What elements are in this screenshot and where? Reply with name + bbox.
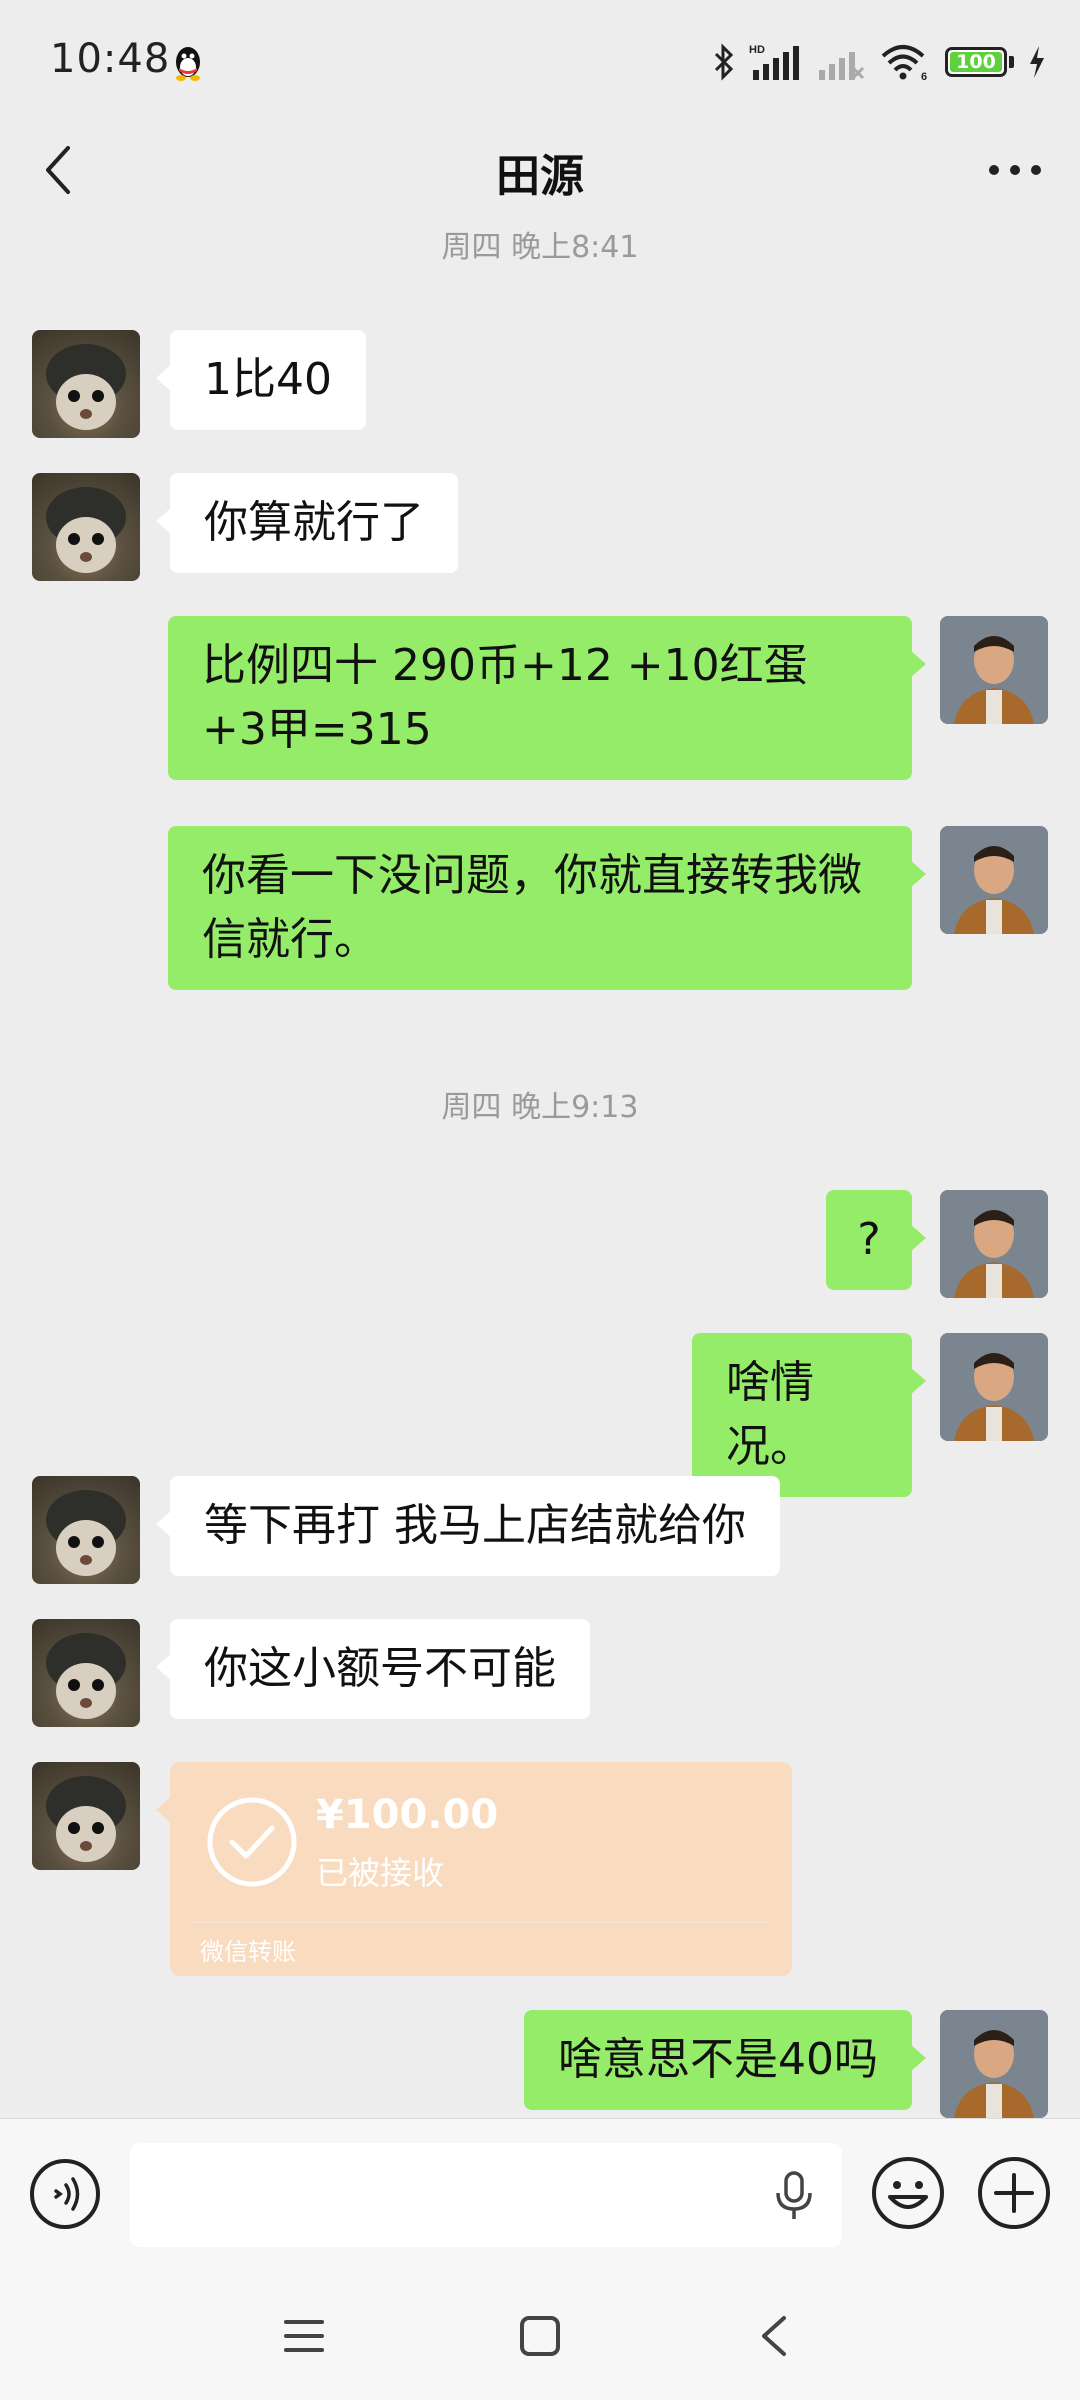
timestamp: 周四 晚上9:13 (441, 1090, 639, 1125)
qq-notification-icon (176, 47, 200, 81)
battery-percent: 100 (956, 51, 996, 73)
message-bubble-me[interactable]: 啥情况。 (692, 1333, 926, 1497)
emoji-icon[interactable] (870, 2155, 946, 2231)
cat-helmet-avatar-image (46, 487, 126, 573)
battery-cap (1009, 56, 1014, 68)
voice-toggle-icon[interactable] (28, 2157, 102, 2231)
message-bubble-friend[interactable]: 你算就行了 (156, 473, 458, 573)
cat-helmet-avatar-image (46, 1633, 126, 1719)
charging-icon (1030, 46, 1044, 78)
my-avatar[interactable] (940, 616, 1048, 724)
status-time: 10:48 (50, 36, 171, 82)
friend-avatar[interactable] (32, 1476, 140, 1584)
wifi-icon: 6 (881, 45, 927, 82)
transfer-divider (194, 1922, 768, 1923)
message-bubble-friend[interactable]: 你这小额号不可能 (156, 1619, 590, 1719)
person-avatar-image (940, 1190, 1048, 1298)
cat-helmet-avatar-image (46, 1776, 126, 1862)
status-icons: HD 6 100 (713, 40, 1046, 84)
transfer-amount: ¥100.00 (316, 1792, 499, 1838)
transfer-status: 已被接收 (316, 1854, 445, 1892)
cat-helmet-avatar-image (46, 344, 126, 430)
message-bubble-me[interactable]: ? (826, 1190, 926, 1290)
message-bubble-friend[interactable]: 1比40 (156, 330, 366, 430)
title-bar: 田源 (0, 120, 1080, 220)
battery-indicator: 100 (945, 47, 1007, 77)
friend-avatar[interactable] (32, 1762, 140, 1870)
timestamp: 周四 晚上8:41 (441, 230, 639, 265)
microphone-icon[interactable] (772, 2169, 816, 2223)
friend-avatar[interactable] (32, 1619, 140, 1727)
home-square-icon[interactable] (516, 2312, 564, 2360)
bluetooth-icon (714, 43, 734, 81)
transfer-card[interactable]: ¥100.00 已被接收 微信转账 (156, 1762, 792, 1976)
message-bubble-me[interactable]: 啥意思不是40吗 (524, 2010, 926, 2110)
person-avatar-image (940, 826, 1048, 934)
my-avatar[interactable] (940, 826, 1048, 934)
message-bubble-me[interactable]: 你看一下没问题，你就直接转我微信就行。 (168, 826, 926, 990)
signal-secondary-icon (819, 52, 865, 80)
my-avatar[interactable] (940, 1333, 1048, 1441)
person-avatar-image (940, 616, 1048, 724)
friend-avatar[interactable] (32, 330, 140, 438)
transfer-label: 微信转账 (200, 1938, 296, 1966)
plus-circle-icon[interactable] (976, 2155, 1052, 2231)
message-input[interactable] (130, 2143, 842, 2247)
more-horizontal-icon[interactable] (986, 150, 1044, 190)
my-avatar[interactable] (940, 2010, 1048, 2118)
message-bubble-friend[interactable]: 等下再打 我马上店结就给你 (156, 1476, 780, 1576)
system-navigation-bar (0, 2274, 1080, 2400)
message-bubble-me[interactable]: 比例四十 290币+12 +10红蛋 +3甲=315 (168, 616, 926, 780)
chat-title: 田源 (496, 151, 584, 202)
person-avatar-image (940, 2010, 1048, 2118)
chat-screen: 10:48 HD 6 100 田源 周四 晚上8:41 1比40 你算就行了 比… (0, 0, 1080, 2400)
status-bar: 10:48 HD 6 100 (0, 0, 1080, 120)
nav-back-icon[interactable] (752, 2312, 796, 2360)
person-avatar-image (940, 1333, 1048, 1441)
menu-icon[interactable] (280, 2314, 328, 2358)
svg-text:6: 6 (921, 71, 927, 82)
svg-text:HD: HD (749, 44, 765, 56)
signal-hd-icon: HD (749, 44, 799, 80)
cat-helmet-avatar-image (46, 1490, 126, 1576)
check-circle-icon (207, 1797, 297, 1887)
my-avatar[interactable] (940, 1190, 1048, 1298)
friend-avatar[interactable] (32, 473, 140, 581)
input-bar (0, 2118, 1080, 2275)
